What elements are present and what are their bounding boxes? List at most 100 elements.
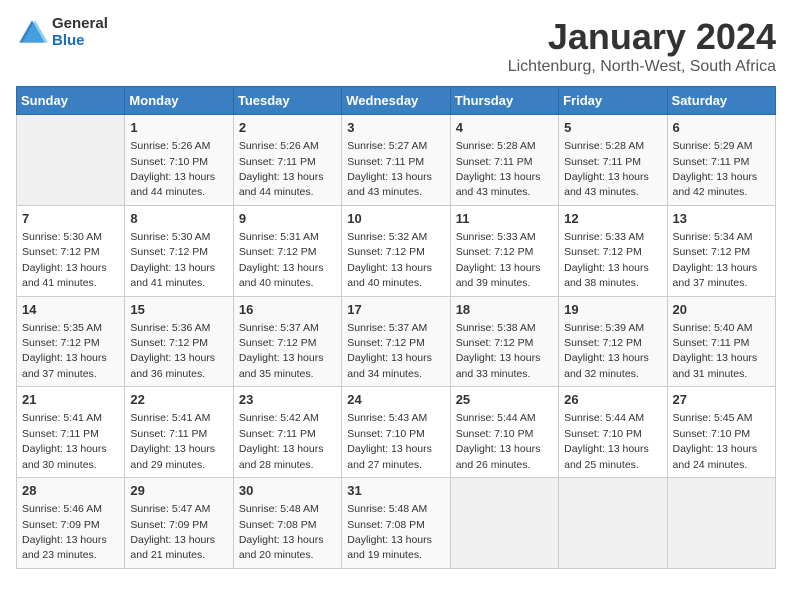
calendar-cell: 26Sunrise: 5:44 AMSunset: 7:10 PMDayligh… (559, 387, 667, 478)
calendar-week-row: 28 Sunrise: 5:46 AMSunset: 7:09 PMDayligh… (17, 478, 776, 569)
day-detail: Sunrise: 5:41 AMSunset: 7:11 PMDaylight:… (22, 412, 107, 470)
day-number: 18 (456, 301, 553, 319)
day-detail: Sunrise: 5:38 AMSunset: 7:12 PMDaylight:… (456, 322, 541, 380)
day-detail: Sunrise: 5:31 AMSunset: 7:12 PMDaylight:… (239, 231, 324, 289)
day-number: 4 (456, 119, 553, 137)
day-number: 30 (239, 482, 336, 500)
calendar-cell: 11 Sunrise: 5:33 AMSunset: 7:12 PMDayligh… (450, 205, 558, 296)
day-number: 25 (456, 391, 553, 409)
calendar-header-row: SundayMondayTuesdayWednesdayThursdayFrid… (17, 87, 776, 115)
day-number: 10 (347, 210, 444, 228)
day-detail: Sunrise: 5:43 AMSunset: 7:10 PMDaylight:… (347, 412, 432, 470)
header-saturday: Saturday (667, 87, 775, 115)
calendar-cell: 28 Sunrise: 5:46 AMSunset: 7:09 PMDayligh… (17, 478, 125, 569)
day-number: 21 (22, 391, 119, 409)
day-detail: Sunrise: 5:33 AMSunset: 7:12 PMDaylight:… (564, 231, 649, 289)
day-detail: Sunrise: 5:35 AMSunset: 7:12 PMDaylight:… (22, 322, 107, 380)
calendar-cell: 21 Sunrise: 5:41 AMSunset: 7:11 PMDayligh… (17, 387, 125, 478)
calendar-cell (667, 478, 775, 569)
day-number: 7 (22, 210, 119, 228)
day-detail: Sunrise: 5:28 AMSunset: 7:11 PMDaylight:… (564, 140, 649, 198)
day-number: 2 (239, 119, 336, 137)
day-detail: Sunrise: 5:40 AMSunset: 7:11 PMDaylight:… (673, 322, 758, 380)
day-detail: Sunrise: 5:42 AMSunset: 7:11 PMDaylight:… (239, 412, 324, 470)
header: General Blue January 2024 Lichtenburg, N… (16, 16, 776, 76)
calendar-cell: 8Sunrise: 5:30 AMSunset: 7:12 PMDaylight… (125, 205, 233, 296)
calendar-cell: 17Sunrise: 5:37 AMSunset: 7:12 PMDayligh… (342, 296, 450, 387)
day-number: 29 (130, 482, 227, 500)
day-detail: Sunrise: 5:45 AMSunset: 7:10 PMDaylight:… (673, 412, 758, 470)
day-detail: Sunrise: 5:33 AMSunset: 7:12 PMDaylight:… (456, 231, 541, 289)
calendar-cell: 15Sunrise: 5:36 AMSunset: 7:12 PMDayligh… (125, 296, 233, 387)
day-number: 23 (239, 391, 336, 409)
calendar-cell: 7 Sunrise: 5:30 AMSunset: 7:12 PMDaylight… (17, 205, 125, 296)
day-number: 28 (22, 482, 119, 500)
day-number: 19 (564, 301, 661, 319)
day-number: 5 (564, 119, 661, 137)
calendar-cell: 3Sunrise: 5:27 AMSunset: 7:11 PMDaylight… (342, 115, 450, 206)
calendar-cell (559, 478, 667, 569)
day-number: 3 (347, 119, 444, 137)
day-number: 31 (347, 482, 444, 500)
calendar-cell: 31 Sunrise: 5:48 AMSunset: 7:08 PMDayligh… (342, 478, 450, 569)
logo-text: General Blue (52, 16, 108, 49)
calendar-week-row: 7 Sunrise: 5:30 AMSunset: 7:12 PMDaylight… (17, 205, 776, 296)
day-detail: Sunrise: 5:26 AMSunset: 7:10 PMDaylight:… (130, 140, 215, 198)
day-detail: Sunrise: 5:47 AMSunset: 7:09 PMDaylight:… (130, 503, 215, 561)
day-number: 12 (564, 210, 661, 228)
calendar-cell: 24 Sunrise: 5:43 AMSunset: 7:10 PMDayligh… (342, 387, 450, 478)
calendar-table: SundayMondayTuesdayWednesdayThursdayFrid… (16, 86, 776, 569)
calendar-cell: 16 Sunrise: 5:37 AMSunset: 7:12 PMDayligh… (233, 296, 341, 387)
day-number: 16 (239, 301, 336, 319)
calendar-cell: 10Sunrise: 5:32 AMSunset: 7:12 PMDayligh… (342, 205, 450, 296)
day-number: 8 (130, 210, 227, 228)
calendar-cell (450, 478, 558, 569)
calendar-cell: 30 Sunrise: 5:48 AMSunset: 7:08 PMDayligh… (233, 478, 341, 569)
day-detail: Sunrise: 5:46 AMSunset: 7:09 PMDaylight:… (22, 503, 107, 561)
day-detail: Sunrise: 5:28 AMSunset: 7:11 PMDaylight:… (456, 140, 541, 198)
day-number: 14 (22, 301, 119, 319)
day-detail: Sunrise: 5:39 AMSunset: 7:12 PMDaylight:… (564, 322, 649, 380)
day-number: 11 (456, 210, 553, 228)
calendar-cell: 13 Sunrise: 5:34 AMSunset: 7:12 PMDayligh… (667, 205, 775, 296)
logo: General Blue (16, 16, 108, 49)
calendar-cell: 14 Sunrise: 5:35 AMSunset: 7:12 PMDayligh… (17, 296, 125, 387)
day-detail: Sunrise: 5:41 AMSunset: 7:11 PMDaylight:… (130, 412, 215, 470)
day-detail: Sunrise: 5:30 AMSunset: 7:12 PMDaylight:… (22, 231, 107, 289)
day-number: 13 (673, 210, 770, 228)
calendar-cell: 2 Sunrise: 5:26 AMSunset: 7:11 PMDaylight… (233, 115, 341, 206)
calendar-cell: 1Sunrise: 5:26 AMSunset: 7:10 PMDaylight… (125, 115, 233, 206)
calendar-cell (17, 115, 125, 206)
calendar-week-row: 21 Sunrise: 5:41 AMSunset: 7:11 PMDayligh… (17, 387, 776, 478)
calendar-week-row: 14 Sunrise: 5:35 AMSunset: 7:12 PMDayligh… (17, 296, 776, 387)
calendar-cell: 20 Sunrise: 5:40 AMSunset: 7:11 PMDayligh… (667, 296, 775, 387)
day-number: 6 (673, 119, 770, 137)
calendar-cell: 27Sunrise: 5:45 AMSunset: 7:10 PMDayligh… (667, 387, 775, 478)
day-detail: Sunrise: 5:34 AMSunset: 7:12 PMDaylight:… (673, 231, 758, 289)
day-detail: Sunrise: 5:44 AMSunset: 7:10 PMDaylight:… (564, 412, 649, 470)
day-detail: Sunrise: 5:48 AMSunset: 7:08 PMDaylight:… (347, 503, 432, 561)
calendar-cell: 23 Sunrise: 5:42 AMSunset: 7:11 PMDayligh… (233, 387, 341, 478)
day-detail: Sunrise: 5:48 AMSunset: 7:08 PMDaylight:… (239, 503, 324, 561)
day-number: 20 (673, 301, 770, 319)
day-number: 24 (347, 391, 444, 409)
calendar-cell: 22Sunrise: 5:41 AMSunset: 7:11 PMDayligh… (125, 387, 233, 478)
day-detail: Sunrise: 5:37 AMSunset: 7:12 PMDaylight:… (239, 322, 324, 380)
day-number: 17 (347, 301, 444, 319)
calendar-cell: 9 Sunrise: 5:31 AMSunset: 7:12 PMDaylight… (233, 205, 341, 296)
calendar-title: January 2024 (508, 16, 776, 58)
header-monday: Monday (125, 87, 233, 115)
calendar-cell: 4 Sunrise: 5:28 AMSunset: 7:11 PMDaylight… (450, 115, 558, 206)
header-friday: Friday (559, 87, 667, 115)
day-detail: Sunrise: 5:26 AMSunset: 7:11 PMDaylight:… (239, 140, 324, 198)
day-number: 9 (239, 210, 336, 228)
calendar-cell: 5 Sunrise: 5:28 AMSunset: 7:11 PMDaylight… (559, 115, 667, 206)
calendar-cell: 25 Sunrise: 5:44 AMSunset: 7:10 PMDayligh… (450, 387, 558, 478)
logo-blue-label: Blue (52, 33, 108, 50)
calendar-cell: 29 Sunrise: 5:47 AMSunset: 7:09 PMDayligh… (125, 478, 233, 569)
calendar-cell: 18 Sunrise: 5:38 AMSunset: 7:12 PMDayligh… (450, 296, 558, 387)
day-detail: Sunrise: 5:29 AMSunset: 7:11 PMDaylight:… (673, 140, 758, 198)
calendar-cell: 12 Sunrise: 5:33 AMSunset: 7:12 PMDayligh… (559, 205, 667, 296)
day-detail: Sunrise: 5:44 AMSunset: 7:10 PMDaylight:… (456, 412, 541, 470)
day-detail: Sunrise: 5:36 AMSunset: 7:12 PMDaylight:… (130, 322, 215, 380)
